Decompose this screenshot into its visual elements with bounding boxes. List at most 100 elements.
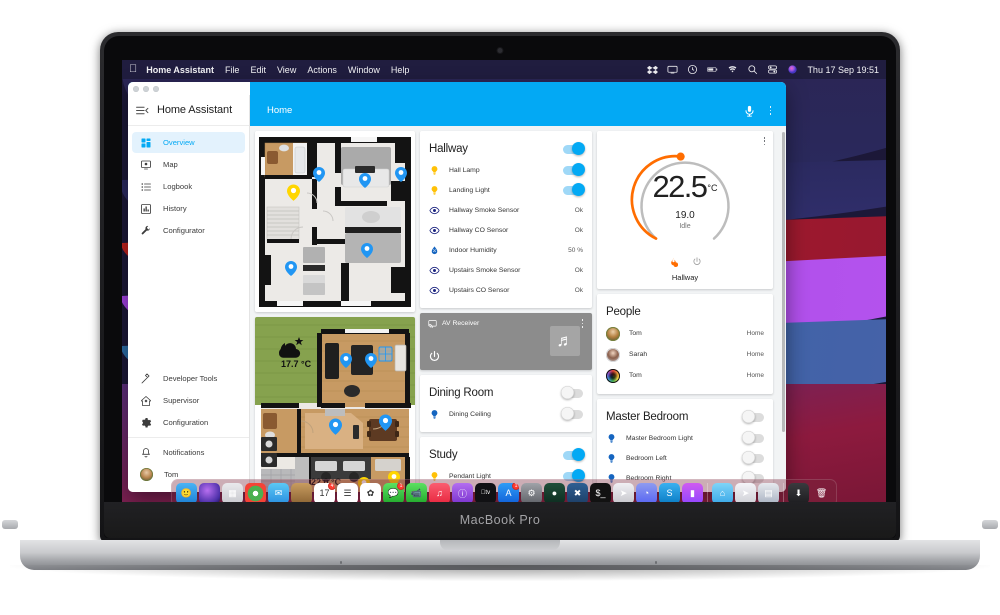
menu-item-view[interactable]: View [277, 65, 296, 75]
terminal-icon[interactable]: $_ [590, 482, 611, 504]
reminders-icon[interactable]: ☰ [337, 482, 358, 504]
safari-dev-icon[interactable]: ➤ [613, 482, 634, 504]
master-bedroom-master-toggle[interactable] [742, 410, 764, 424]
skype-icon[interactable]: S [659, 482, 680, 504]
window-minimize-button[interactable] [143, 85, 149, 92]
sidebar-item-history[interactable]: History [132, 198, 245, 219]
photos-icon[interactable]: ✿ [360, 482, 381, 504]
entity-toggle[interactable] [561, 407, 583, 421]
entity-row-dining-ceiling[interactable]: Dining Ceiling [429, 404, 583, 424]
sidebar-nav-list[interactable]: Overview Map Logbook History Configurato… [128, 126, 249, 242]
apple-logo-icon[interactable]:  [129, 64, 137, 75]
card-thermostat[interactable]: 22.5°C 19.0 Idle Hallway [597, 131, 773, 289]
display-icon[interactable] [667, 64, 678, 75]
menu-item-help[interactable]: Help [391, 65, 410, 75]
menu-item-window[interactable]: Window [348, 65, 380, 75]
downloads-stack-icon[interactable]: ⬇ [788, 482, 809, 504]
home-assistant-icon[interactable]: ⌂ [712, 482, 733, 504]
mail-icon[interactable]: ✉ [268, 482, 289, 504]
entity-toggle[interactable] [563, 183, 585, 197]
window-close-button[interactable] [133, 85, 139, 92]
menu-item-edit[interactable]: Edit [250, 65, 266, 75]
sidebar[interactable]: Home Assistant Overview Map Logbook Hist… [128, 95, 250, 492]
sidebar-item-configuration[interactable]: Configuration [132, 412, 245, 433]
battery-icon[interactable] [707, 64, 718, 75]
podcasts-icon[interactable]: ⓘ [452, 482, 473, 504]
dining-room-master-toggle[interactable] [561, 386, 583, 400]
entity-row-indoor-humidity[interactable]: Indoor Humidity 50 % [429, 240, 583, 260]
messages-icon[interactable]: 💬 1 [383, 482, 404, 504]
dots-vertical-icon[interactable] [581, 319, 584, 328]
study-master-toggle[interactable] [563, 448, 585, 462]
entity-row-hall-lamp[interactable]: Hall Lamp [429, 160, 585, 180]
entity-row-upstairs-co-sensor[interactable]: Upstairs CO Sensor Ok [429, 280, 583, 300]
sidebar-item-configurator[interactable]: Configurator [132, 220, 245, 241]
hallway-master-toggle[interactable] [563, 142, 585, 156]
control-center-icon[interactable] [767, 64, 778, 75]
sidebar-item-developer-tools[interactable]: Developer Tools [132, 368, 245, 389]
upstairs-floorplan[interactable] [255, 131, 415, 312]
microphone-icon[interactable] [743, 104, 756, 118]
menu-app-name[interactable]: Home Assistant [146, 65, 214, 75]
chrome-icon[interactable] [245, 482, 266, 504]
entity-row-landing-light[interactable]: Landing Light [429, 180, 585, 200]
tab-home[interactable]: Home [259, 105, 300, 116]
card-av-receiver[interactable]: AV Receiver ♬ [420, 313, 592, 370]
dots-vertical-icon[interactable] [763, 137, 766, 146]
preview-icon[interactable]: ▤ [758, 482, 779, 504]
trash-icon[interactable]: 🗑 [811, 483, 832, 504]
vscode-icon[interactable]: ✖ [567, 482, 588, 504]
power-icon[interactable] [428, 350, 441, 363]
wifi-icon[interactable] [727, 64, 738, 75]
person-row-tom-2[interactable]: Tom Home [606, 365, 764, 386]
power-icon[interactable] [692, 256, 702, 267]
menu-bar-clock[interactable]: Thu 17 Sep 19:51 [807, 65, 879, 75]
entity-toggle[interactable] [742, 431, 764, 445]
macos-menu-bar[interactable]:  Home Assistant File Edit View Actions … [122, 60, 886, 79]
entity-row-upstairs-smoke-sensor[interactable]: Upstairs Smoke Sensor Ok [429, 260, 583, 280]
appletv-icon[interactable]: tv [475, 482, 496, 504]
vertical-scrollbar[interactable] [782, 132, 785, 432]
siri-icon[interactable] [199, 482, 220, 504]
sidebar-item-notifications[interactable]: Notifications [132, 442, 245, 463]
sidebar-item-map[interactable]: Map [132, 154, 245, 175]
contacts-icon[interactable] [291, 482, 312, 504]
window-maximize-button[interactable] [153, 85, 159, 92]
launchpad-icon[interactable]: ▦ [222, 482, 243, 504]
music-icon[interactable]: ♫ [429, 482, 450, 504]
sidebar-item-supervisor[interactable]: Supervisor [132, 390, 245, 411]
dropbox-icon[interactable] [647, 64, 659, 75]
siri-icon[interactable] [787, 64, 798, 75]
facetime-icon[interactable]: 📹 [406, 482, 427, 504]
home-assistant-window[interactable]: Home Assistant Overview Map Logbook Hist… [128, 82, 786, 492]
finder-icon[interactable]: 🙂 [176, 482, 197, 504]
downstairs-floorplan[interactable]: 17.7 °C 22.0 °C [255, 317, 415, 492]
hamburger-icon[interactable] [136, 105, 149, 116]
1password-icon[interactable]: ● [544, 482, 565, 504]
entity-row-bedroom-left[interactable]: Bedroom Left [606, 448, 764, 468]
flame-icon[interactable] [669, 256, 678, 267]
discord-icon[interactable]: ◔ [636, 482, 657, 504]
menu-item-actions[interactable]: Actions [307, 65, 337, 75]
person-row-sarah[interactable]: Sarah Home [606, 344, 764, 365]
entity-row-hallway-co-sensor[interactable]: Hallway CO Sensor Ok [429, 220, 583, 240]
appstore-icon[interactable]: A1 [498, 482, 519, 504]
safari-icon[interactable]: ➤ [735, 482, 756, 504]
card-hallway[interactable]: Hallway Hall Lamp Landing Light Hallway … [420, 131, 592, 308]
sidebar-item-overview[interactable]: Overview [132, 132, 245, 153]
sidebar-item-logbook[interactable]: Logbook [132, 176, 245, 197]
calendar-icon[interactable]: 17 4 [314, 482, 335, 504]
card-people[interactable]: People Tom Home Sarah Home Tom Home [597, 294, 773, 394]
person-row-tom[interactable]: Tom Home [606, 323, 764, 344]
sidebar-bottom-list[interactable]: Developer Tools Supervisor Configuration… [128, 367, 249, 492]
system-preferences-icon[interactable]: ⚙ [521, 482, 542, 504]
entity-row-master-bedroom-light[interactable]: Master Bedroom Light [606, 428, 764, 448]
menu-item-file[interactable]: File [225, 65, 240, 75]
entity-toggle[interactable] [742, 451, 764, 465]
dots-vertical-icon[interactable] [764, 104, 777, 118]
entity-toggle[interactable] [563, 163, 585, 177]
window-titlebar[interactable] [128, 82, 786, 95]
entity-row-hallway-smoke-sensor[interactable]: Hallway Smoke Sensor Ok [429, 200, 583, 220]
search-icon[interactable] [747, 64, 758, 75]
timemachine-icon[interactable] [687, 64, 698, 75]
